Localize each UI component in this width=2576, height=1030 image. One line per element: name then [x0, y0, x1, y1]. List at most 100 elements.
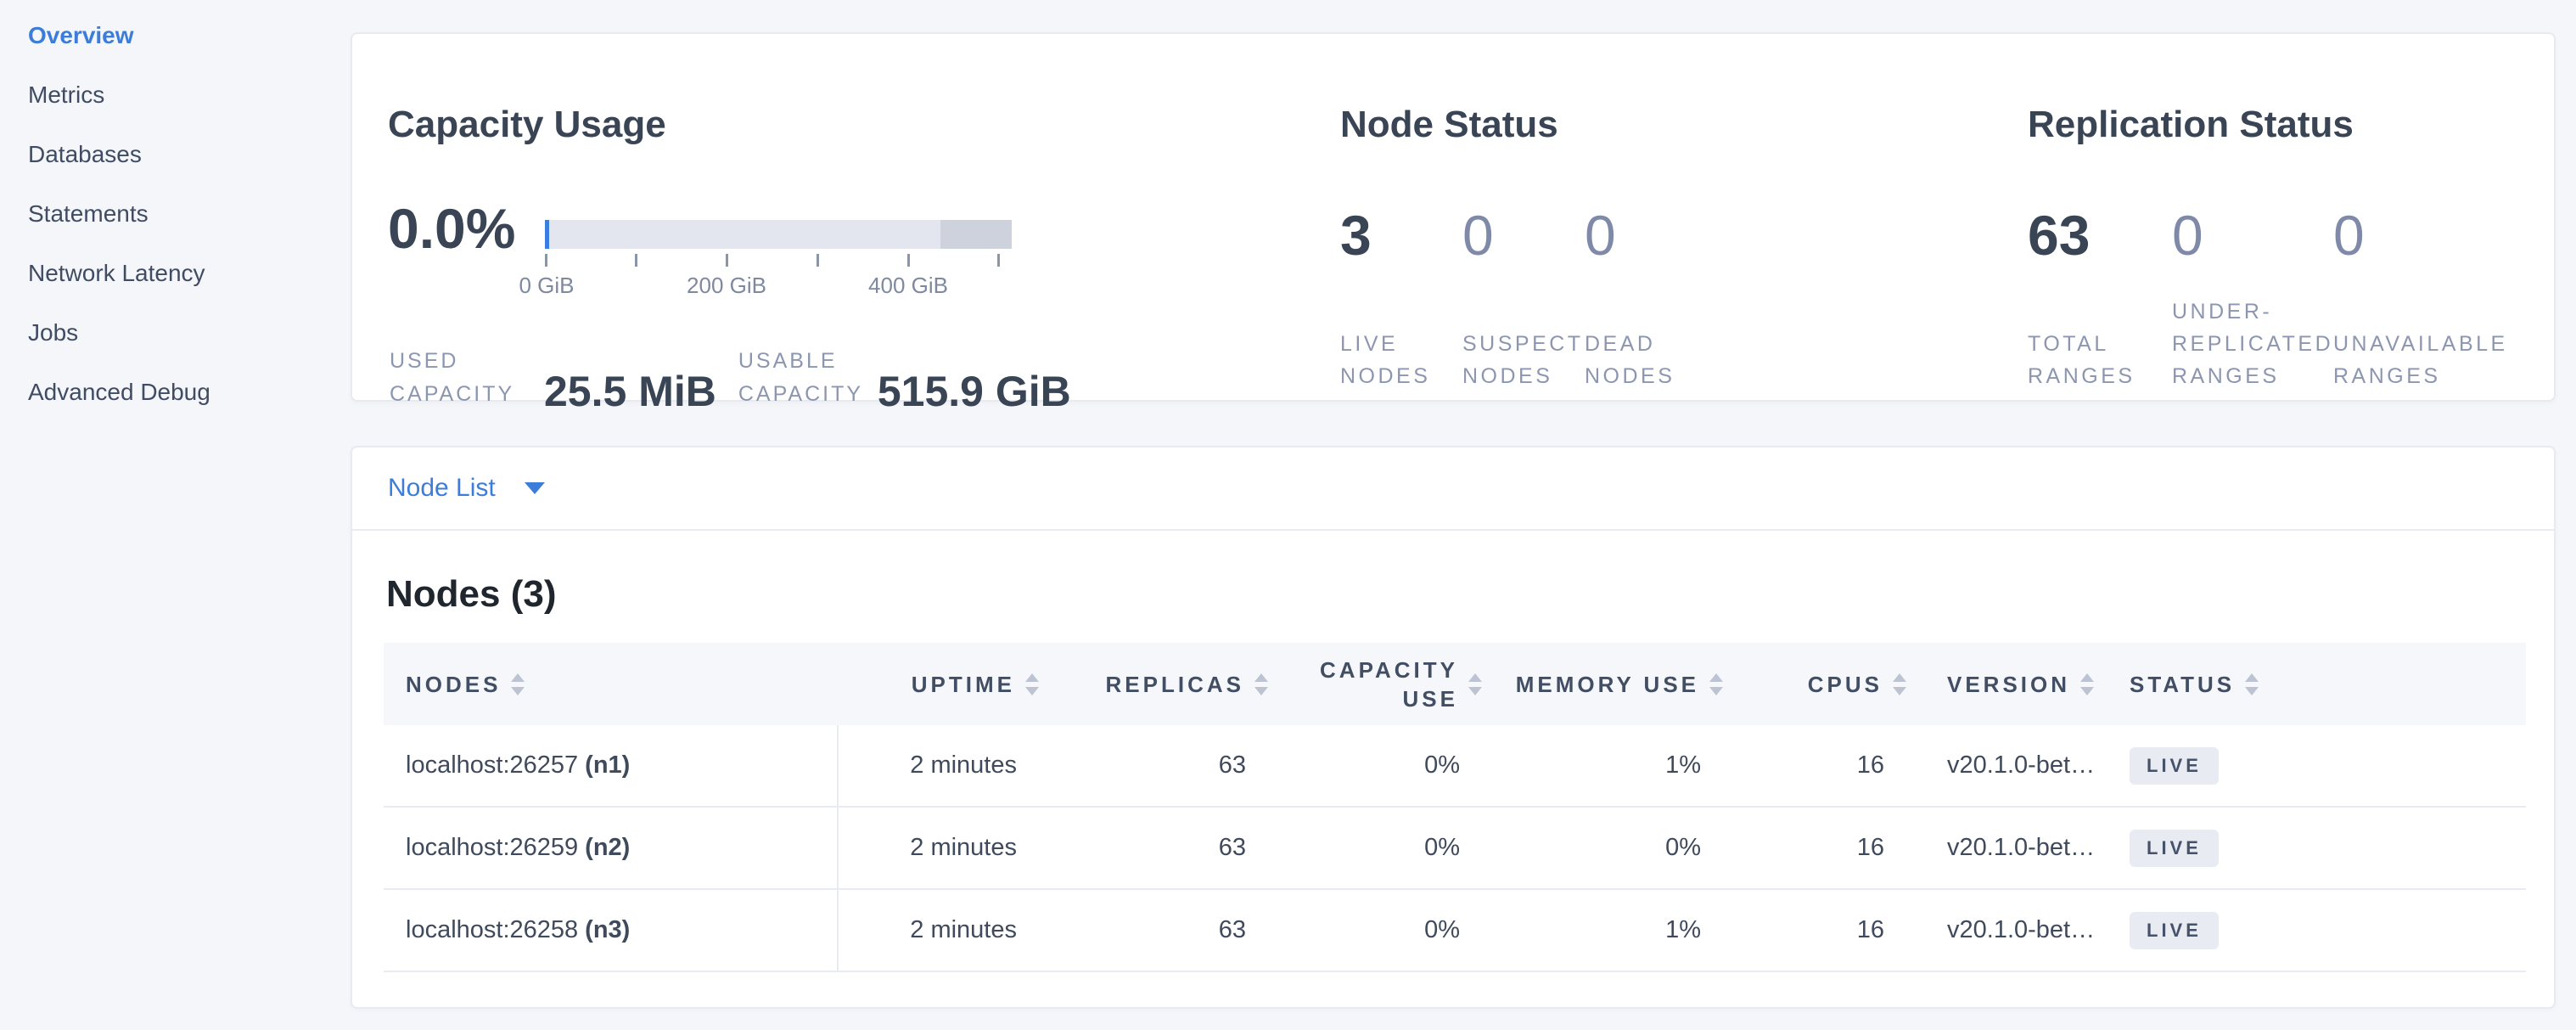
- sort-icon: [1025, 673, 1039, 695]
- usable-capacity-label: USABLE CAPACITY: [738, 345, 859, 411]
- sidebar: Overview Metrics Databases Statements Ne…: [0, 0, 348, 1030]
- column-header-label: CPUS: [1808, 670, 1883, 699]
- version-cell: v20.1.0-bet…: [1913, 808, 2098, 890]
- status-badge: LIVE: [2130, 830, 2219, 867]
- sidebar-item-advanced-debug[interactable]: Advanced Debug: [0, 375, 348, 435]
- axis-label-200: 200 GiB: [687, 273, 766, 299]
- column-header-label: CAPACITY USE: [1318, 656, 1458, 713]
- column-header-label: MEMORY USE: [1516, 670, 1699, 699]
- axis-label-400: 400 GiB: [868, 273, 948, 299]
- column-header-label: UPTIME: [912, 670, 1015, 699]
- node-address: localhost:26258: [406, 916, 578, 944]
- sort-icon: [2245, 673, 2259, 695]
- node-id: (n2): [585, 834, 630, 862]
- column-header-status[interactable]: STATUS: [2098, 643, 2526, 725]
- column-header-cpus[interactable]: CPUS: [1730, 643, 1913, 725]
- usable-capacity-value: 515.9 GiB: [878, 372, 1071, 411]
- column-header-version[interactable]: VERSION: [1913, 643, 2098, 725]
- column-header-label: STATUS: [2130, 670, 2235, 699]
- sort-icon: [1468, 673, 1482, 695]
- column-header-uptime[interactable]: UPTIME: [839, 643, 1046, 725]
- cpus-cell: 16: [1730, 890, 1913, 972]
- node-address: localhost:26259: [406, 834, 578, 862]
- suspect-nodes-value: 0: [1462, 207, 1566, 263]
- memory-use-cell: 1%: [1489, 890, 1730, 972]
- dead-nodes-label: DEAD NODES: [1585, 328, 1688, 392]
- replicas-cell: 63: [1046, 890, 1275, 972]
- axis-tick: [817, 254, 819, 267]
- total-ranges-stat: 63 TOTAL RANGES: [2028, 207, 2164, 392]
- cpus-cell: 16: [1730, 808, 1913, 890]
- node-address: localhost:26257: [406, 751, 578, 780]
- capacity-bar-chart: 0 GiB 200 GiB 400 GiB: [545, 220, 1012, 300]
- nodes-section-title: Nodes (3): [386, 575, 2554, 614]
- chevron-down-icon: [525, 482, 545, 494]
- version-cell: v20.1.0-bet…: [1913, 890, 2098, 972]
- node-id: (n3): [585, 916, 630, 944]
- node-list-card: Node List Nodes (3) NODES UPTIME REPLICA…: [351, 446, 2556, 1009]
- capacity-axis: 0 GiB 200 GiB 400 GiB: [545, 249, 1012, 300]
- sidebar-item-metrics[interactable]: Metrics: [0, 78, 348, 138]
- axis-tick: [635, 254, 637, 267]
- axis-tick: [545, 254, 547, 267]
- capacity-used-percent: 0.0%: [388, 200, 515, 256]
- sidebar-item-databases[interactable]: Databases: [0, 138, 348, 197]
- sort-icon: [2080, 673, 2094, 695]
- sort-icon: [1254, 673, 1268, 695]
- node-list-dropdown[interactable]: Node List: [352, 447, 2554, 531]
- column-header-label: REPLICAS: [1106, 670, 1244, 699]
- replication-stats: 63 TOTAL RANGES 0 UNDER-REPLICATED RANGE…: [2028, 207, 2503, 392]
- status-badge: LIVE: [2130, 747, 2219, 785]
- sort-icon: [511, 673, 525, 695]
- suspect-nodes-label: SUSPECT NODES: [1462, 328, 1566, 392]
- cpus-cell: 16: [1730, 725, 1913, 808]
- capacity-bar-used-segment: [545, 220, 549, 249]
- column-header-replicas[interactable]: REPLICAS: [1046, 643, 1275, 725]
- column-header-nodes[interactable]: NODES: [384, 643, 839, 725]
- node-id: (n1): [585, 751, 630, 780]
- status-cell: LIVE: [2098, 725, 2526, 808]
- sort-icon: [1709, 673, 1723, 695]
- node-status-stats: 3 LIVE NODES 0 SUSPECT NODES 0 DEAD NODE…: [1340, 207, 1707, 392]
- cluster-summary-card: Capacity Usage 0.0% 0 GiB 200 GiB 400 Gi…: [351, 32, 2556, 402]
- used-capacity-value: 25.5 MiB: [544, 372, 716, 411]
- sidebar-item-jobs[interactable]: Jobs: [0, 316, 348, 375]
- sort-icon: [1893, 673, 1906, 695]
- status-badge: LIVE: [2130, 912, 2219, 949]
- live-nodes-value: 3: [1340, 207, 1444, 263]
- replicas-cell: 63: [1046, 808, 1275, 890]
- suspect-nodes-stat: 0 SUSPECT NODES: [1462, 207, 1566, 392]
- sidebar-item-statements[interactable]: Statements: [0, 197, 348, 256]
- sidebar-item-network-latency[interactable]: Network Latency: [0, 256, 348, 316]
- unavailable-ranges-value: 0: [2333, 207, 2503, 263]
- status-cell: LIVE: [2098, 890, 2526, 972]
- status-cell: LIVE: [2098, 808, 2526, 890]
- uptime-cell: 2 minutes: [839, 808, 1046, 890]
- column-header-label: NODES: [406, 670, 501, 699]
- sidebar-item-overview[interactable]: Overview: [0, 19, 348, 78]
- nodes-table: NODES UPTIME REPLICAS CAPACITY USE MEMOR…: [384, 643, 2526, 972]
- live-nodes-label: LIVE NODES: [1340, 328, 1444, 392]
- node-address-cell[interactable]: localhost:26257 (n1): [384, 725, 839, 808]
- capacity-use-cell: 0%: [1275, 725, 1489, 808]
- memory-use-cell: 0%: [1489, 808, 1730, 890]
- under-replicated-ranges-label: UNDER-REPLICATED RANGES: [2172, 295, 2321, 392]
- axis-tick: [907, 254, 910, 267]
- capacity-bar-track: [545, 220, 1012, 249]
- under-replicated-ranges-stat: 0 UNDER-REPLICATED RANGES: [2172, 207, 2321, 392]
- admin-ui-page: Overview Metrics Databases Statements Ne…: [0, 0, 2576, 1030]
- uptime-cell: 2 minutes: [839, 890, 1046, 972]
- dead-nodes-stat: 0 DEAD NODES: [1585, 207, 1688, 392]
- column-header-memory-use[interactable]: MEMORY USE: [1489, 643, 1730, 725]
- column-header-capacity-use[interactable]: CAPACITY USE: [1275, 643, 1489, 725]
- unavailable-ranges-stat: 0 UNAVAILABLE RANGES: [2333, 207, 2503, 392]
- axis-label-0: 0 GiB: [519, 273, 574, 299]
- replication-status-title: Replication Status: [2028, 105, 2354, 144]
- node-list-dropdown-label: Node List: [388, 474, 496, 503]
- node-status-title: Node Status: [1340, 105, 1558, 144]
- node-address-cell[interactable]: localhost:26259 (n2): [384, 808, 839, 890]
- axis-tick: [726, 254, 728, 267]
- unavailable-ranges-label: UNAVAILABLE RANGES: [2333, 328, 2503, 392]
- capacity-use-cell: 0%: [1275, 890, 1489, 972]
- node-address-cell[interactable]: localhost:26258 (n3): [384, 890, 839, 972]
